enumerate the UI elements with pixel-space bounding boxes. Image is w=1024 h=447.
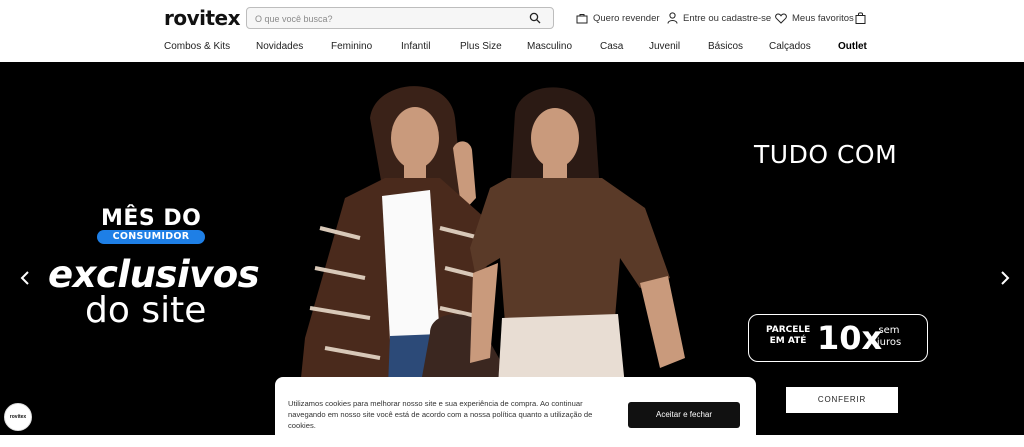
nav-item-infantil[interactable]: Infantil <box>401 41 430 52</box>
heart-icon <box>775 12 787 24</box>
cart-icon <box>855 12 866 24</box>
nav-item-casa[interactable]: Casa <box>600 41 623 52</box>
nav-item-feminino[interactable]: Feminino <box>331 41 372 52</box>
tudo-com-headline: TUDO COM <box>754 140 898 169</box>
cookie-banner: Utilizamos cookies para melhorar nosso s… <box>275 377 756 447</box>
conferir-button[interactable]: CONFERIR <box>786 387 898 413</box>
rovitex-logo[interactable]: rovitex <box>164 6 241 30</box>
nav-item-calcados[interactable]: Calçados <box>769 41 811 52</box>
nav-item-juvenil[interactable]: Juvenil <box>649 41 680 52</box>
search-input[interactable] <box>255 11 525 26</box>
resell-label: Quero revender <box>593 12 660 24</box>
shop-bag-icon <box>576 13 588 23</box>
cart-button[interactable] <box>855 10 871 26</box>
login-link[interactable]: Entre ou cadastre-se <box>667 10 771 26</box>
site-header: rovitex Quero revender Entre ou cadastre… <box>0 0 1024 62</box>
do-site-headline: do site <box>85 290 207 331</box>
nav-item-novidades[interactable]: Novidades <box>256 41 303 52</box>
user-icon <box>667 12 678 24</box>
consumidor-badge: CONSUMIDOR <box>97 230 205 244</box>
nav-item-plus-size[interactable]: Plus Size <box>460 41 502 52</box>
resell-link[interactable]: Quero revender <box>576 10 660 26</box>
login-label: Entre ou cadastre-se <box>683 12 772 24</box>
search-icon[interactable] <box>529 12 541 24</box>
accept-cookies-button[interactable]: Aceitar e fechar <box>628 402 740 428</box>
nav-item-combos[interactable]: Combos & Kits <box>164 41 230 52</box>
main-nav: Combos & Kits Novidades Feminino Infanti… <box>0 41 1024 55</box>
nav-item-outlet[interactable]: Outlet <box>838 41 867 52</box>
installments-label: PARCELE EM ATÉ <box>766 325 811 346</box>
mes-do-title: MÊS DO <box>101 206 202 231</box>
favorites-label: Meus favoritos <box>792 12 854 24</box>
favorites-link[interactable]: Meus favoritos <box>775 10 854 26</box>
installments-no-interest: sem juros <box>876 325 902 348</box>
carousel-next-icon[interactable] <box>998 270 1012 290</box>
nav-item-basicos[interactable]: Básicos <box>708 41 743 52</box>
cookie-text: Utilizamos cookies para melhorar nosso s… <box>288 399 593 430</box>
nav-item-masculino[interactable]: Masculino <box>527 41 572 52</box>
search-bar <box>246 7 554 29</box>
carousel-prev-icon[interactable] <box>18 270 32 290</box>
chat-widget-button[interactable]: rovitex <box>4 403 32 431</box>
installments-box: PARCELE EM ATÉ 10x sem juros <box>748 314 928 362</box>
